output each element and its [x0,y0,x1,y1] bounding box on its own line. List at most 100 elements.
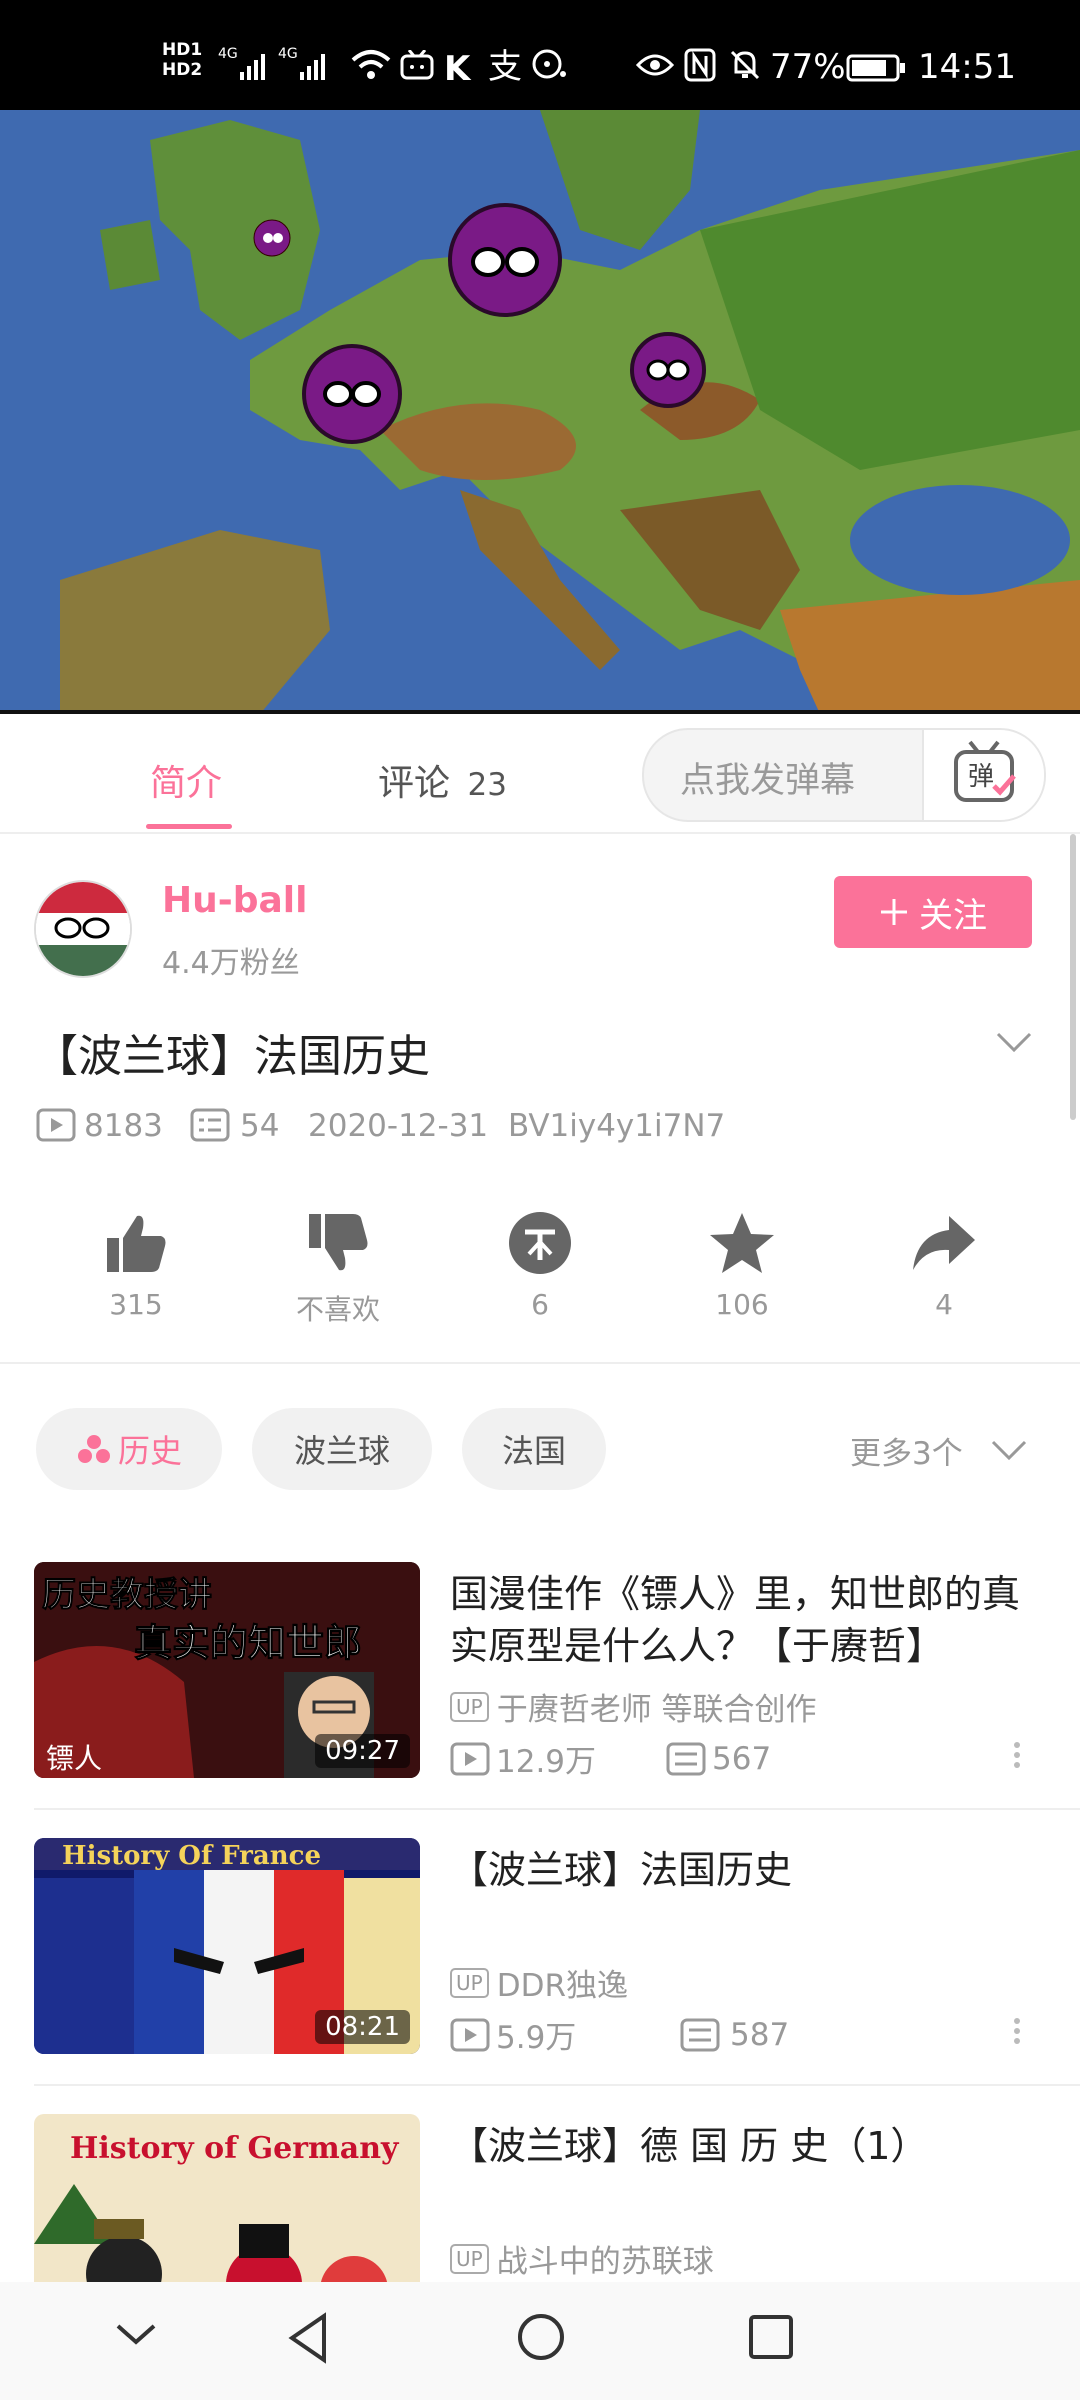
list-divider [34,1808,1080,1810]
channel-icon [77,1435,110,1463]
rec-thumb-text-1: History of Germany [70,2131,400,2166]
rec-thumb-text-2: 真实的知世郎 [134,1621,362,1665]
favorite-button[interactable]: 106 [662,1210,822,1321]
clock: 14:51 [918,47,1016,87]
more-options-icon[interactable] [1014,1738,1024,1772]
rec-uploader-name: 战斗中的苏联球 [496,2244,714,2280]
rec-thumbnail[interactable]: 历史教授讲 真实的知世郎 镖人 09:27 [34,1562,420,1778]
nav-recents-icon[interactable] [748,2314,794,2364]
danmaku-placeholder: 点我发弹幕 [680,761,856,801]
scrollbar[interactable] [1070,834,1076,1120]
chat-icon [530,48,568,86]
rec-uploader[interactable]: UP DDR独逸 [450,1960,628,2005]
danmaku-input[interactable]: 点我发弹幕 弹 [642,728,1046,822]
video-title: 【波兰球】法国历史 [34,1031,430,1082]
thumbs-down-icon [309,1214,368,1271]
rec-thumbnail[interactable]: History Of France 08:21 [34,1838,420,2054]
video-player[interactable] [0,110,1080,714]
author-fans: 4.4万粉丝 [162,946,300,981]
tv-app-icon [400,49,434,84]
mute-icon [728,48,762,86]
nav-back-icon[interactable] [286,2312,330,2368]
ball-france [302,344,402,444]
rec-title[interactable]: 【波兰球】法国历史 [450,1844,1050,1896]
publish-date: 2020-12-31 [308,1108,489,1144]
favorite-count: 106 [715,1288,769,1321]
follow-button[interactable]: 关注 [834,876,1032,948]
tab-comments-label: 评论 [378,763,451,804]
tab-intro-underline [146,824,232,829]
rec-uploader[interactable]: UP 战斗中的苏联球 [450,2236,714,2281]
rec-stats: 5.9万 587 [450,2012,789,2057]
coin-count: 6 [531,1288,549,1321]
rec-title[interactable]: 国漫佳作《镖人》里，知世郎的真实原型是什么人？【于赓哲】 [450,1568,1050,1672]
dislike-label: 不喜欢 [295,1293,380,1326]
hd2-indicator: HD2 [162,60,203,80]
svg-text:4G: 4G [278,46,298,62]
section-divider [0,1362,1080,1364]
rec-thumb-text-1: History Of France [62,1841,321,1871]
europe-map [0,110,1080,714]
nfc-icon [684,48,716,86]
bvid: BV1iy4y1i7N7 [508,1108,726,1144]
more-options-icon[interactable] [1014,2014,1024,2048]
thumbs-up-icon [107,1215,166,1272]
author-name[interactable]: Hu-ball [162,880,307,921]
up-badge-icon: UP [450,2243,489,2274]
like-count: 315 [109,1288,163,1321]
rec-views: 12.9万 [496,1744,597,1780]
like-button[interactable]: 315 [56,1210,216,1321]
signal-icon: 4G 4G [218,44,338,88]
rec-uploader-name: 于赓哲老师 等联合创作 [496,1692,817,1728]
status-bar: HD1 HD2 4G 4G K 支 77% 14:51 [0,0,1080,110]
tag-france[interactable]: 法国 [462,1408,606,1490]
hd1-indicator: HD1 [162,40,203,60]
battery-percent: 77% [770,47,846,87]
plus-icon [881,899,907,925]
tag-history[interactable]: 历史 [36,1408,222,1490]
battery-icon [846,54,906,86]
play-count-icon [450,2018,490,2051]
dislike-button[interactable]: 不喜欢 [258,1210,418,1328]
ball-small [253,219,291,257]
tab-intro[interactable]: 简介 [150,754,222,806]
rec-thumb-text-1: 历史教授讲 [42,1575,212,1615]
rec-uploader[interactable]: UP 于赓哲老师 等联合创作 [450,1684,817,1729]
rec-uploader-name: DDR独逸 [496,1968,628,2004]
share-button[interactable]: 4 [864,1210,1024,1321]
system-nav-bar [0,2282,1080,2400]
play-count-icon [36,1108,76,1146]
wifi-icon [350,48,392,84]
k-app-icon: K [444,49,471,89]
rec-thumb-art: History of Germany [34,2114,420,2282]
play-count-icon [450,1742,490,1775]
rec-title[interactable]: 【波兰球】德 国 历 史（1） [450,2120,1050,2172]
ball-hungary [630,332,706,408]
rec-thumbnail[interactable]: History of Germany [34,2114,420,2282]
nav-collapse-icon[interactable] [114,2320,158,2354]
more-tags-label: 更多3个 [850,1436,963,1472]
rec-danmaku: 567 [712,1740,772,1777]
danmaku-count: 54 [240,1108,280,1144]
more-tags[interactable]: 更多3个 [850,1428,1029,1473]
tag-history-label: 历史 [117,1432,182,1470]
coin-button[interactable]: 6 [460,1210,620,1321]
danmaku-count-icon [666,1742,706,1775]
more-chevron-icon [991,1440,1026,1461]
author-avatar[interactable] [34,880,132,978]
up-badge-icon: UP [450,1967,489,1998]
nav-home-icon[interactable] [516,2312,566,2366]
rec-duration: 08:21 [315,2010,410,2044]
danmaku-toggle-button[interactable]: 弹 [922,730,1044,820]
alipay-icon: 支 [488,47,522,87]
rec-views: 5.9万 [496,2020,577,2056]
tab-comments[interactable]: 评论 23 [378,754,507,806]
coin-icon [509,1212,571,1274]
danmaku-button-label: 弹 [968,762,995,792]
tab-comments-count: 23 [467,767,507,803]
svg-text:4G: 4G [218,46,238,62]
eye-icon [635,52,675,82]
expand-chevron-icon[interactable] [994,1030,1034,1060]
tag-polandball[interactable]: 波兰球 [252,1408,432,1490]
list-divider [34,2084,1080,2086]
